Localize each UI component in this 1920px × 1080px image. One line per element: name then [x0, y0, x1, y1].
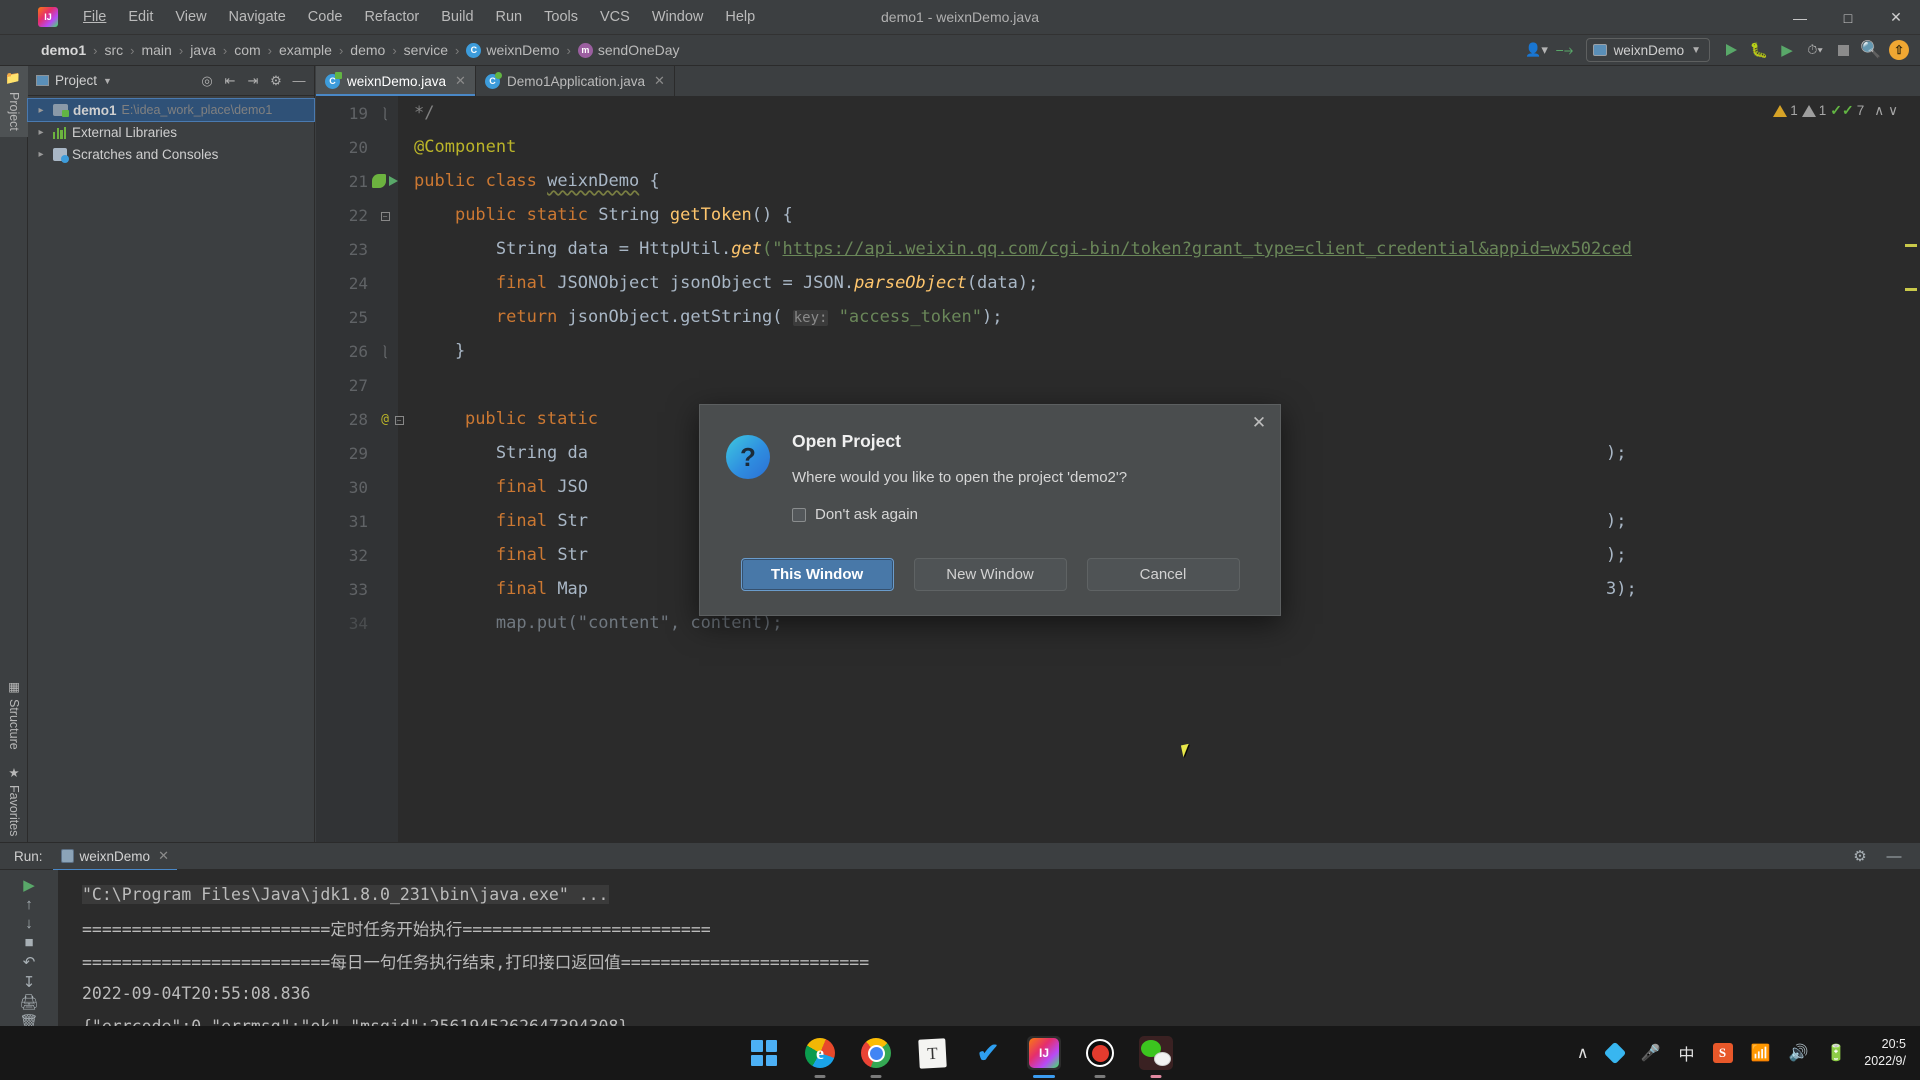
- dialog-body: ? Open Project Where would you like to o…: [700, 405, 1280, 523]
- running-indicator: [1150, 1075, 1162, 1078]
- weak-warning-triangle-icon: [1801, 104, 1816, 117]
- dialog-message: Where would you like to open the project…: [792, 469, 1128, 486]
- blue-diamond-icon[interactable]: [1603, 1041, 1626, 1065]
- dont-ask-again-label: Don't ask again: [815, 506, 918, 523]
- taskbar-edge-icon[interactable]: [803, 1036, 837, 1078]
- dialog-close-button[interactable]: ✕: [1246, 411, 1272, 435]
- question-icon: ?: [726, 435, 770, 479]
- running-indicator: [1094, 1075, 1106, 1078]
- show-hidden-icons-chevron[interactable]: ∧: [1577, 1043, 1589, 1063]
- dont-ask-again-row[interactable]: Don't ask again: [792, 506, 1127, 523]
- taskbar-chrome-icon[interactable]: [859, 1036, 893, 1078]
- weak-warning-count-label: 1: [1818, 103, 1827, 118]
- warning-count-label: 1: [1790, 103, 1798, 118]
- edge-icon: [805, 1038, 835, 1068]
- intellij-idea-window: File Edit View Navigate Code Refactor Bu…: [0, 0, 1920, 1080]
- microphone-icon[interactable]: 🎤: [1641, 1043, 1661, 1063]
- wechat-icon: [1141, 1040, 1171, 1066]
- open-project-dialog: ✕ ? Open Project Where would you like to…: [699, 404, 1281, 616]
- warning-triangle-icon: [1773, 104, 1788, 117]
- ok-count: ✓✓ 7: [1830, 102, 1864, 119]
- clock-widget[interactable]: 20:5 2022/9/: [1864, 1036, 1906, 1070]
- ok-count-label: 7: [1856, 103, 1865, 118]
- running-indicator: [814, 1075, 826, 1078]
- taskbar-screen-recorder-icon[interactable]: [1083, 1036, 1117, 1078]
- inspection-widget[interactable]: 1 1 ✓✓ 7 ∧ ∨: [1773, 102, 1898, 119]
- taskbar-intellij-idea-icon[interactable]: [1027, 1036, 1061, 1078]
- record-icon: [1086, 1039, 1114, 1067]
- previous-highlight-icon[interactable]: ∧: [1874, 103, 1884, 119]
- ime-chinese-icon[interactable]: 中: [1679, 1041, 1695, 1065]
- wifi-icon[interactable]: 📶: [1751, 1043, 1771, 1063]
- new-window-button[interactable]: New Window: [913, 558, 1067, 591]
- typora-icon: T: [917, 1037, 947, 1069]
- taskbar-typora-icon[interactable]: T: [915, 1036, 949, 1070]
- intellij-idea-icon: [1029, 1038, 1059, 1068]
- windows-taskbar: T ✔ ∧ 🎤 中 S 📶 🔊: [0, 1026, 1920, 1080]
- windows-logo-icon: [751, 1040, 777, 1066]
- next-highlight-icon[interactable]: ∨: [1888, 103, 1898, 119]
- dialog-buttons: This Window New Window Cancel: [700, 558, 1280, 591]
- check-icon: ✔: [976, 1037, 1000, 1068]
- battery-icon[interactable]: 🔋: [1826, 1043, 1846, 1063]
- taskbar-windows-start-icon[interactable]: [747, 1036, 781, 1070]
- sogou-input-icon[interactable]: S: [1712, 1043, 1733, 1063]
- weak-warning-count: 1: [1801, 103, 1827, 118]
- this-window-button[interactable]: This Window: [740, 558, 894, 591]
- volume-icon[interactable]: 🔊: [1788, 1043, 1808, 1063]
- warning-count: 1: [1773, 103, 1798, 118]
- clock-date: 2022/9/: [1864, 1054, 1906, 1068]
- dialog-text-block: Open Project Where would you like to ope…: [792, 431, 1127, 523]
- dont-ask-again-checkbox[interactable]: [792, 507, 806, 522]
- running-indicator: [870, 1075, 882, 1078]
- system-tray: ∧ 🎤 中 S 📶 🔊 🔋 20:5 2022/9/: [1577, 1026, 1920, 1080]
- active-indicator: [1033, 1075, 1055, 1078]
- cancel-button[interactable]: Cancel: [1086, 558, 1240, 591]
- checkmark-icon: ✓✓: [1830, 102, 1854, 118]
- chrome-icon: [861, 1038, 891, 1068]
- taskbar-todo-check-icon[interactable]: ✔: [971, 1036, 1005, 1070]
- taskbar-wechat-icon[interactable]: [1139, 1036, 1173, 1078]
- modal-overlay: ✕ ? Open Project Where would you like to…: [0, 0, 1920, 1080]
- clock-time: 20:5: [1881, 1037, 1906, 1052]
- dialog-title: Open Project: [792, 431, 901, 451]
